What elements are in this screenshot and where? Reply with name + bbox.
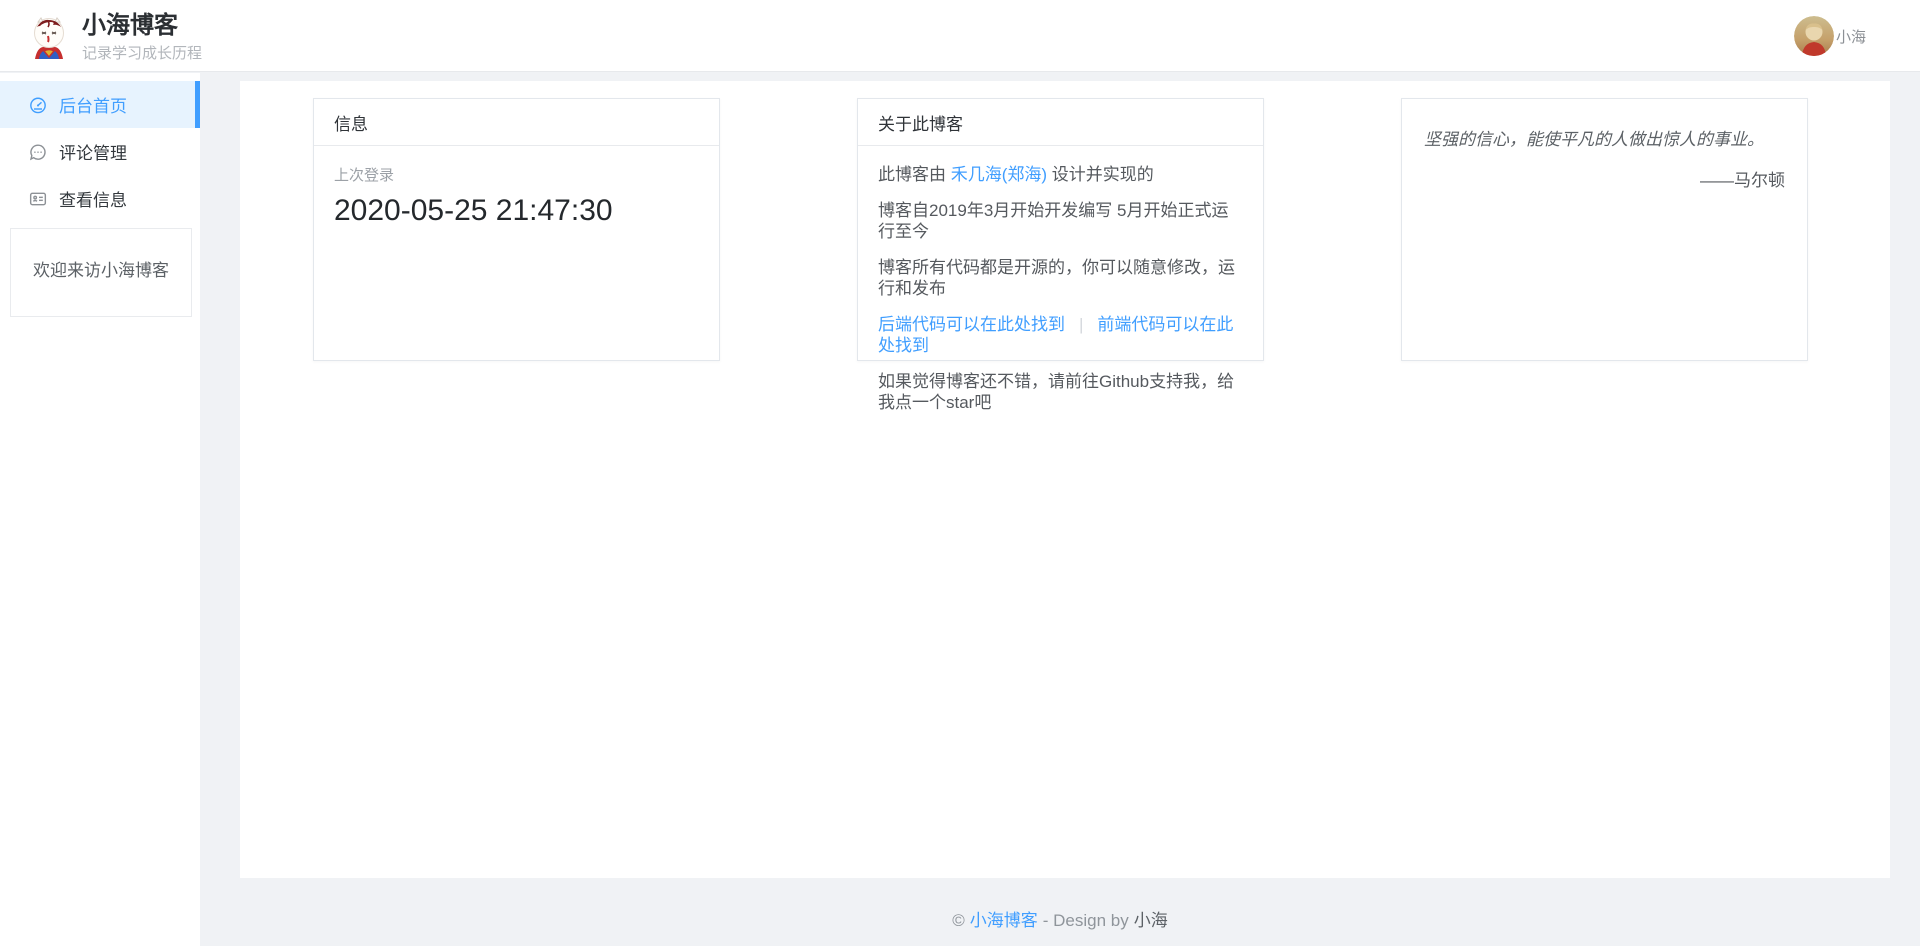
site-title: 小海博客 (82, 13, 202, 39)
info-card: 信息 上次登录 2020-05-25 21:47:30 (313, 98, 720, 361)
brand-logo-block[interactable]: 小海博客 记录学习成长历程 (26, 13, 202, 63)
sidebar-item-comments[interactable]: 评论管理 (0, 128, 200, 175)
sidebar-item-view-info[interactable]: 查看信息 (0, 175, 200, 222)
site-subtitle: 记录学习成长历程 (82, 42, 202, 63)
user-menu[interactable]: 小海 (1794, 15, 1866, 57)
brand-text: 小海博客 记录学习成长历程 (82, 13, 202, 63)
sidebar-item-dashboard[interactable]: 后台首页 (0, 81, 200, 128)
about-line-author-prefix: 此博客由 (878, 165, 951, 184)
footer-design-by: - Design by (1043, 911, 1129, 930)
info-card-body: 上次登录 2020-05-25 21:47:30 (314, 146, 719, 246)
footer-brand-link[interactable]: 小海博客 (970, 911, 1038, 930)
welcome-text: 欢迎来访小海博客 (33, 261, 169, 280)
odometer-icon (28, 95, 48, 115)
about-card: 关于此博客 此博客由 禾几海(郑海) 设计并实现的 博客自2019年3月开始开发… (857, 98, 1264, 361)
about-line-history: 博客自2019年3月开始开发编写 5月开始正式运行至今 (878, 200, 1243, 242)
about-card-title: 关于此博客 (858, 99, 1263, 146)
sidebar-item-label: 后台首页 (59, 92, 127, 117)
about-line-code-links: 后端代码可以在此处找到|前端代码可以在此处找到 (878, 314, 1243, 356)
id-card-icon (28, 189, 48, 209)
quote-author: ——马尔顿 (1424, 166, 1785, 191)
sidebar-item-label: 评论管理 (59, 139, 127, 164)
sidebar-item-label: 查看信息 (59, 186, 127, 211)
last-login-label: 上次登录 (334, 164, 699, 185)
user-avatar (1794, 16, 1834, 56)
about-card-body: 此博客由 禾几海(郑海) 设计并实现的 博客自2019年3月开始开发编写 5月开… (858, 146, 1263, 431)
about-line-author-suffix: 设计并实现的 (1047, 165, 1154, 184)
blog-mascot-logo-icon (26, 15, 72, 61)
footer-author: 小海 (1134, 911, 1168, 930)
sidebar-menu: 后台首页 评论管理 (0, 73, 200, 222)
page-footer: © 小海博客 - Design by 小海 (200, 906, 1920, 931)
quote-card-body: 坚强的信心，能使平凡的人做出惊人的事业。 ——马尔顿 (1402, 99, 1807, 221)
quote-card: 坚强的信心，能使平凡的人做出惊人的事业。 ——马尔顿 (1401, 98, 1808, 361)
last-login-value: 2020-05-25 21:47:30 (334, 194, 699, 228)
active-indicator-bar (195, 81, 200, 128)
chat-dots-icon (28, 142, 48, 162)
dashboard-cards: 信息 上次登录 2020-05-25 21:47:30 关于此博客 此博客由 禾… (240, 81, 1890, 361)
username-label: 小海 (1836, 26, 1866, 47)
sidebar: 后台首页 评论管理 (0, 73, 200, 946)
quote-text: 坚强的信心，能使平凡的人做出惊人的事业。 (1424, 129, 1785, 151)
author-profile-link[interactable]: 禾几海(郑海) (951, 165, 1047, 184)
copyright-symbol: © (952, 911, 965, 930)
app-header: 小海博客 记录学习成长历程 小海 (0, 0, 1920, 72)
about-line-author: 此博客由 禾几海(郑海) 设计并实现的 (878, 164, 1243, 185)
main-panel: 信息 上次登录 2020-05-25 21:47:30 关于此博客 此博客由 禾… (240, 81, 1890, 878)
about-line-opensource: 博客所有代码都是开源的，你可以随意修改，运行和发布 (878, 257, 1243, 299)
backend-code-link[interactable]: 后端代码可以在此处找到 (878, 315, 1065, 334)
info-card-title: 信息 (314, 99, 719, 146)
welcome-box: 欢迎来访小海博客 (10, 228, 192, 317)
about-line-github-star: 如果觉得博客还不错，请前往Github支持我，给我点一个star吧 (878, 371, 1243, 413)
link-separator: | (1079, 315, 1083, 334)
